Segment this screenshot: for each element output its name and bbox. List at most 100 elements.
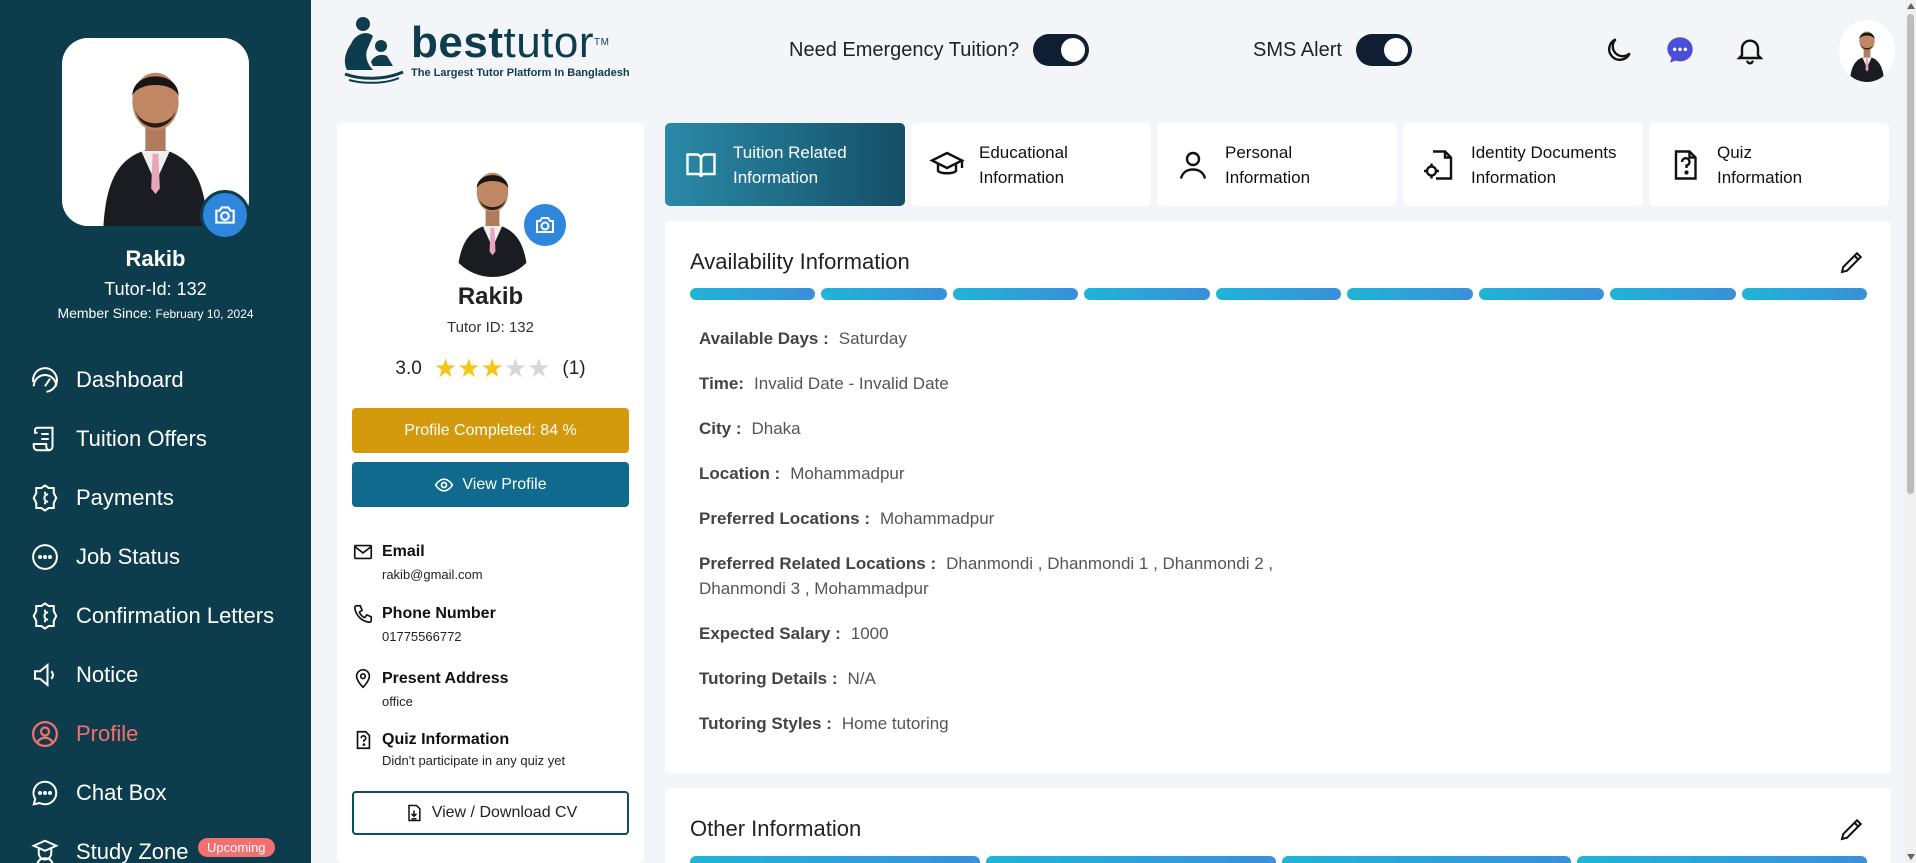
sidebar-item-profile[interactable]: Profile (0, 704, 311, 763)
question-doc-icon (1674, 149, 1697, 180)
gauge-icon (32, 366, 58, 393)
scroll-icon (32, 426, 54, 451)
address-label: Present Address (382, 670, 509, 687)
tab-label-line2: Information (1717, 167, 1803, 187)
download-doc-icon (407, 804, 421, 822)
chat-bubble-icon (32, 780, 58, 806)
star-icon: ★ (457, 353, 481, 383)
info-row-time: Time: Invalid Date - Invalid Date (699, 374, 949, 393)
bell-icon[interactable] (1734, 34, 1766, 66)
messenger-icon[interactable] (1664, 34, 1696, 66)
sidebar-item-job-status[interactable]: Job Status (0, 527, 311, 586)
sidebar-item-study-zone[interactable]: Study Zone Upcoming (0, 822, 311, 863)
progress-segment (690, 856, 980, 863)
scrollbar-up-arrow[interactable] (1907, 3, 1915, 9)
moon-icon[interactable] (1603, 34, 1635, 66)
info-row-tutoring-styles: Tutoring Styles : Home tutoring (699, 714, 949, 733)
profile-camera-button[interactable] (521, 201, 569, 249)
sidebar-item-label: Job Status (76, 543, 180, 569)
sidebar-item-payments[interactable]: Payments (0, 468, 311, 527)
emergency-tuition-label: Need Emergency Tuition? (789, 38, 1020, 61)
pencil-icon[interactable] (1837, 247, 1867, 277)
sidebar-item-label: Dashboard (76, 366, 184, 392)
sms-alert-switch[interactable] (1355, 34, 1412, 66)
rating-value: 3.0 (395, 357, 422, 379)
sidebar-item-label: Notice (76, 661, 139, 687)
graduation-cap-icon (929, 151, 965, 174)
info-row-tutoring-details: Tutoring Details : N/A (699, 669, 876, 688)
progress-segment (1741, 288, 1867, 300)
avatar[interactable] (1839, 20, 1895, 82)
sidebar-item-tuition-offers[interactable]: Tuition Offers (0, 409, 311, 468)
member-since-label: Member Since: (57, 305, 152, 321)
profile-tutor-id: Tutor ID: 132 (447, 319, 534, 336)
view-profile-button[interactable]: View Profile (352, 462, 629, 507)
pencil-icon[interactable] (1837, 814, 1867, 844)
emergency-tuition-toggle-group: Need Emergency Tuition? (789, 34, 1090, 66)
info-row-available-days: Available Days : Saturday (699, 329, 907, 348)
profile-rating: 3.0 ★★★★★ (1) (337, 353, 644, 384)
info-row-expected-salary: Expected Salary :1000 (699, 624, 889, 643)
speaker-icon (34, 662, 54, 687)
scrollbar-thumb[interactable] (1907, 14, 1914, 494)
sidebar-item-notice[interactable]: Notice (0, 645, 311, 704)
progress-segment (821, 288, 947, 300)
sidebar-item-label: Payments (76, 484, 174, 510)
sidebar-item-label: Chat Box (76, 779, 167, 805)
sidebar-camera-button[interactable] (200, 190, 250, 240)
graduate-icon (31, 839, 59, 863)
profile-completed-button[interactable]: Profile Completed: 84 % (352, 408, 629, 453)
tab-label-line1: Tuition Related (733, 142, 847, 162)
progress-segment (1084, 288, 1210, 300)
availability-section: Availability Information Available Days … (665, 221, 1891, 773)
top-header: besttutorTM The Largest Tutor Platform I… (311, 0, 1905, 102)
progress-segment (1281, 856, 1572, 863)
availability-title: Availability Information (690, 249, 910, 274)
phone-info: Phone Number 01775566772 (352, 603, 629, 644)
emergency-tuition-switch[interactable] (1033, 34, 1090, 66)
progress-segment (1347, 288, 1473, 300)
view-download-cv-button[interactable]: View / Download CV (352, 791, 629, 835)
tab-identity-documents[interactable]: Identity Documents Information (1403, 123, 1643, 206)
coin-icon (32, 601, 58, 630)
logo-wordmark: besttutorTM (411, 18, 610, 67)
tutor-logo-icon (344, 17, 404, 84)
rating-count: (1) (562, 357, 586, 379)
progress-segment (1577, 856, 1867, 863)
tab-quiz[interactable]: Quiz Information (1649, 123, 1889, 206)
tab-label-line1: Educational (979, 142, 1068, 162)
progress-segment (985, 856, 1276, 863)
sidebar-item-confirmation-letters[interactable]: Confirmation Letters (0, 586, 311, 645)
upcoming-badge: Upcoming (198, 838, 275, 857)
sidebar-member-since: Member Since: February 10, 2024 (0, 305, 311, 321)
page-scrollbar[interactable] (1905, 0, 1916, 863)
tab-label-line1: Identity Documents (1471, 142, 1617, 162)
star-icon: ★ (433, 353, 458, 383)
question-doc-icon (356, 730, 371, 750)
coin-icon (32, 483, 58, 512)
profile-summary-card: Rakib Tutor ID: 132 3.0 ★★★★★ (1) Profil… (337, 123, 644, 863)
tab-tuition-related[interactable]: Tuition Related Information (665, 123, 905, 206)
email-info: Email rakib@gmail.com (352, 541, 629, 582)
star-icon: ★ (503, 353, 528, 383)
address-info: Present Address office (352, 668, 629, 709)
tab-personal[interactable]: Personal Information (1157, 123, 1397, 206)
scrollbar-down-arrow[interactable] (1907, 854, 1915, 860)
open-book-icon (686, 152, 716, 177)
cv-label: View / Download CV (431, 804, 578, 821)
email-label: Email (382, 543, 425, 560)
sidebar-user-name: Rakib (125, 246, 186, 271)
sidebar-item-label: Tuition Offers (76, 425, 207, 451)
info-row-preferred-locations: Preferred Locations : Mohammadpur (699, 509, 995, 528)
progress-segment (952, 288, 1079, 300)
tab-educational[interactable]: Educational Information (911, 123, 1151, 206)
user-circle-icon (32, 720, 58, 747)
sidebar-item-dashboard[interactable]: Dashboard (0, 350, 311, 409)
sidebar-item-chat-box[interactable]: Chat Box (0, 763, 311, 822)
besttutor-logo[interactable]: besttutorTM The Largest Tutor Platform I… (341, 14, 630, 86)
quiz-label: Quiz Information (382, 731, 510, 748)
logo-tagline: The Largest Tutor Platform In Bangladesh (411, 67, 630, 79)
sidebar-item-label: Confirmation Letters (76, 602, 275, 628)
phone-value: 01775566772 (382, 629, 462, 644)
address-value: office (382, 694, 413, 709)
